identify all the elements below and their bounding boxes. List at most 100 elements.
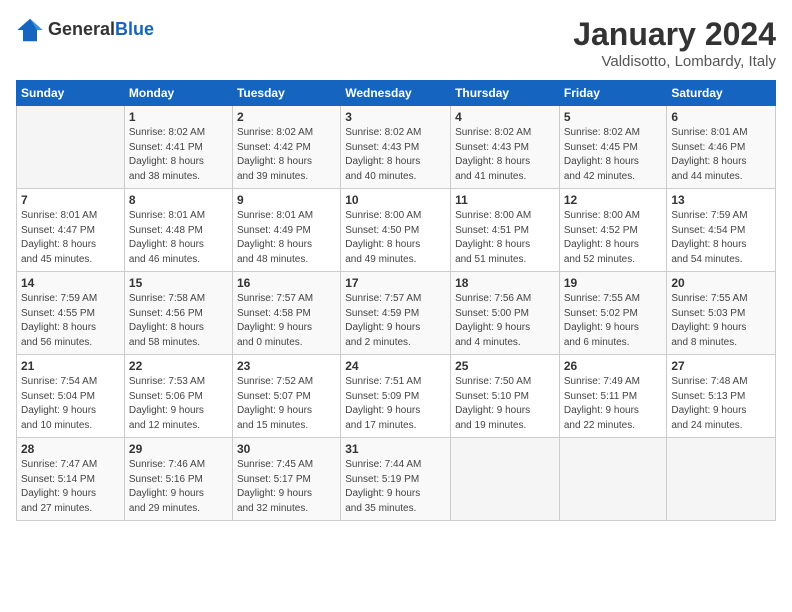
- day-number: 16: [237, 276, 336, 290]
- day-info: Sunrise: 7:58 AMSunset: 4:56 PMDaylight:…: [129, 292, 228, 350]
- calendar-cell: [667, 438, 776, 521]
- day-info: Sunrise: 8:02 AMSunset: 4:42 PMDaylight:…: [237, 126, 336, 184]
- calendar-cell: 22 Sunrise: 7:53 AMSunset: 5:06 PMDayligh…: [124, 355, 232, 438]
- day-number: 24: [345, 359, 446, 373]
- calendar-cell: 25 Sunrise: 7:50 AMSunset: 5:10 PMDayligh…: [451, 355, 560, 438]
- day-info: Sunrise: 8:01 AMSunset: 4:49 PMDaylight:…: [237, 209, 336, 267]
- day-number: 6: [671, 110, 771, 124]
- title-block: January 2024 Valdisotto, Lombardy, Italy: [573, 16, 776, 70]
- day-info: Sunrise: 8:01 AMSunset: 4:47 PMDaylight:…: [21, 209, 120, 267]
- calendar-cell: 14 Sunrise: 7:59 AMSunset: 4:55 PMDayligh…: [17, 272, 125, 355]
- calendar-cell: [17, 106, 125, 189]
- day-info: Sunrise: 7:44 AMSunset: 5:19 PMDaylight:…: [345, 458, 446, 516]
- day-info: Sunrise: 7:59 AMSunset: 4:54 PMDaylight:…: [671, 209, 771, 267]
- day-number: 23: [237, 359, 336, 373]
- day-info: Sunrise: 7:56 AMSunset: 5:00 PMDaylight:…: [455, 292, 555, 350]
- calendar-cell: 28Sunrise: 7:47 AMSunset: 5:14 PMDayligh…: [17, 438, 125, 521]
- day-info: Sunrise: 8:01 AMSunset: 4:46 PMDaylight:…: [671, 126, 771, 184]
- logo-text: GeneralBlue: [48, 20, 154, 40]
- day-info: Sunrise: 7:59 AMSunset: 4:55 PMDaylight:…: [21, 292, 120, 350]
- day-number: 15: [129, 276, 228, 290]
- calendar-cell: 13 Sunrise: 7:59 AMSunset: 4:54 PMDayligh…: [667, 189, 776, 272]
- month-title: January 2024: [573, 16, 776, 53]
- col-thursday: Thursday: [451, 81, 560, 106]
- day-info: Sunrise: 7:51 AMSunset: 5:09 PMDaylight:…: [345, 375, 446, 433]
- day-number: 2: [237, 110, 336, 124]
- calendar-cell: 7 Sunrise: 8:01 AMSunset: 4:47 PMDaylight…: [17, 189, 125, 272]
- calendar-cell: 29Sunrise: 7:46 AMSunset: 5:16 PMDayligh…: [124, 438, 232, 521]
- day-number: 3: [345, 110, 446, 124]
- day-number: 28: [21, 442, 120, 456]
- day-info: Sunrise: 8:02 AMSunset: 4:41 PMDaylight:…: [129, 126, 228, 184]
- calendar-cell: 15 Sunrise: 7:58 AMSunset: 4:56 PMDayligh…: [124, 272, 232, 355]
- day-info: Sunrise: 7:55 AMSunset: 5:03 PMDaylight:…: [671, 292, 771, 350]
- day-number: 31: [345, 442, 446, 456]
- calendar-cell: 30 Sunrise: 7:45 AMSunset: 5:17 PMDayligh…: [232, 438, 340, 521]
- calendar-cell: 19 Sunrise: 7:55 AMSunset: 5:02 PMDayligh…: [559, 272, 667, 355]
- day-info: Sunrise: 8:01 AMSunset: 4:48 PMDaylight:…: [129, 209, 228, 267]
- calendar-cell: 1Sunrise: 8:02 AMSunset: 4:41 PMDaylight…: [124, 106, 232, 189]
- calendar-cell: 18 Sunrise: 7:56 AMSunset: 5:00 PMDayligh…: [451, 272, 560, 355]
- calendar-cell: [559, 438, 667, 521]
- day-info: Sunrise: 7:49 AMSunset: 5:11 PMDaylight:…: [564, 375, 663, 433]
- day-number: 10: [345, 193, 446, 207]
- calendar-cell: 17Sunrise: 7:57 AMSunset: 4:59 PMDayligh…: [341, 272, 451, 355]
- day-number: 27: [671, 359, 771, 373]
- calendar-cell: 24 Sunrise: 7:51 AMSunset: 5:09 PMDayligh…: [341, 355, 451, 438]
- calendar-cell: [451, 438, 560, 521]
- day-info: Sunrise: 8:02 AMSunset: 4:43 PMDaylight:…: [455, 126, 555, 184]
- day-number: 4: [455, 110, 555, 124]
- day-info: Sunrise: 7:45 AMSunset: 5:17 PMDaylight:…: [237, 458, 336, 516]
- calendar-cell: 31 Sunrise: 7:44 AMSunset: 5:19 PMDayligh…: [341, 438, 451, 521]
- col-wednesday: Wednesday: [341, 81, 451, 106]
- day-number: 8: [129, 193, 228, 207]
- calendar-cell: 20 Sunrise: 7:55 AMSunset: 5:03 PMDayligh…: [667, 272, 776, 355]
- calendar-cell: 26 Sunrise: 7:49 AMSunset: 5:11 PMDayligh…: [559, 355, 667, 438]
- day-number: 19: [564, 276, 663, 290]
- page: GeneralBlue January 2024 Valdisotto, Lom…: [0, 0, 792, 612]
- day-info: Sunrise: 7:50 AMSunset: 5:10 PMDaylight:…: [455, 375, 555, 433]
- day-number: 13: [671, 193, 771, 207]
- calendar-cell: 8 Sunrise: 8:01 AMSunset: 4:48 PMDaylight…: [124, 189, 232, 272]
- day-number: 5: [564, 110, 663, 124]
- day-number: 25: [455, 359, 555, 373]
- location-subtitle: Valdisotto, Lombardy, Italy: [573, 53, 776, 70]
- day-number: 18: [455, 276, 555, 290]
- col-friday: Friday: [559, 81, 667, 106]
- day-info: Sunrise: 8:02 AMSunset: 4:45 PMDaylight:…: [564, 126, 663, 184]
- col-tuesday: Tuesday: [232, 81, 340, 106]
- day-number: 12: [564, 193, 663, 207]
- day-info: Sunrise: 8:00 AMSunset: 4:52 PMDaylight:…: [564, 209, 663, 267]
- col-saturday: Saturday: [667, 81, 776, 106]
- logo-icon: [16, 16, 44, 44]
- calendar-cell: 16 Sunrise: 7:57 AMSunset: 4:58 PMDayligh…: [232, 272, 340, 355]
- day-number: 7: [21, 193, 120, 207]
- day-number: 29: [129, 442, 228, 456]
- day-info: Sunrise: 7:53 AMSunset: 5:06 PMDaylight:…: [129, 375, 228, 433]
- day-number: 22: [129, 359, 228, 373]
- day-number: 30: [237, 442, 336, 456]
- day-info: Sunrise: 8:00 AMSunset: 4:50 PMDaylight:…: [345, 209, 446, 267]
- calendar-cell: 27Sunrise: 7:48 AMSunset: 5:13 PMDayligh…: [667, 355, 776, 438]
- header: GeneralBlue January 2024 Valdisotto, Lom…: [16, 16, 776, 70]
- day-info: Sunrise: 8:00 AMSunset: 4:51 PMDaylight:…: [455, 209, 555, 267]
- calendar-cell: 6 Sunrise: 8:01 AMSunset: 4:46 PMDaylight…: [667, 106, 776, 189]
- day-info: Sunrise: 7:57 AMSunset: 4:58 PMDaylight:…: [237, 292, 336, 350]
- calendar-cell: 12 Sunrise: 8:00 AMSunset: 4:52 PMDayligh…: [559, 189, 667, 272]
- day-info: Sunrise: 7:52 AMSunset: 5:07 PMDaylight:…: [237, 375, 336, 433]
- calendar-cell: 10 Sunrise: 8:00 AMSunset: 4:50 PMDayligh…: [341, 189, 451, 272]
- day-number: 14: [21, 276, 120, 290]
- day-number: 20: [671, 276, 771, 290]
- calendar-cell: 2 Sunrise: 8:02 AMSunset: 4:42 PMDaylight…: [232, 106, 340, 189]
- calendar-cell: 11 Sunrise: 8:00 AMSunset: 4:51 PMDayligh…: [451, 189, 560, 272]
- day-info: Sunrise: 8:02 AMSunset: 4:43 PMDaylight:…: [345, 126, 446, 184]
- day-info: Sunrise: 7:55 AMSunset: 5:02 PMDaylight:…: [564, 292, 663, 350]
- calendar-cell: 9Sunrise: 8:01 AMSunset: 4:49 PMDaylight…: [232, 189, 340, 272]
- day-number: 26: [564, 359, 663, 373]
- col-sunday: Sunday: [17, 81, 125, 106]
- col-monday: Monday: [124, 81, 232, 106]
- calendar-table: Sunday Monday Tuesday Wednesday Thursday…: [16, 80, 776, 521]
- day-number: 11: [455, 193, 555, 207]
- calendar-cell: 21Sunrise: 7:54 AMSunset: 5:04 PMDayligh…: [17, 355, 125, 438]
- calendar-cell: 3 Sunrise: 8:02 AMSunset: 4:43 PMDaylight…: [341, 106, 451, 189]
